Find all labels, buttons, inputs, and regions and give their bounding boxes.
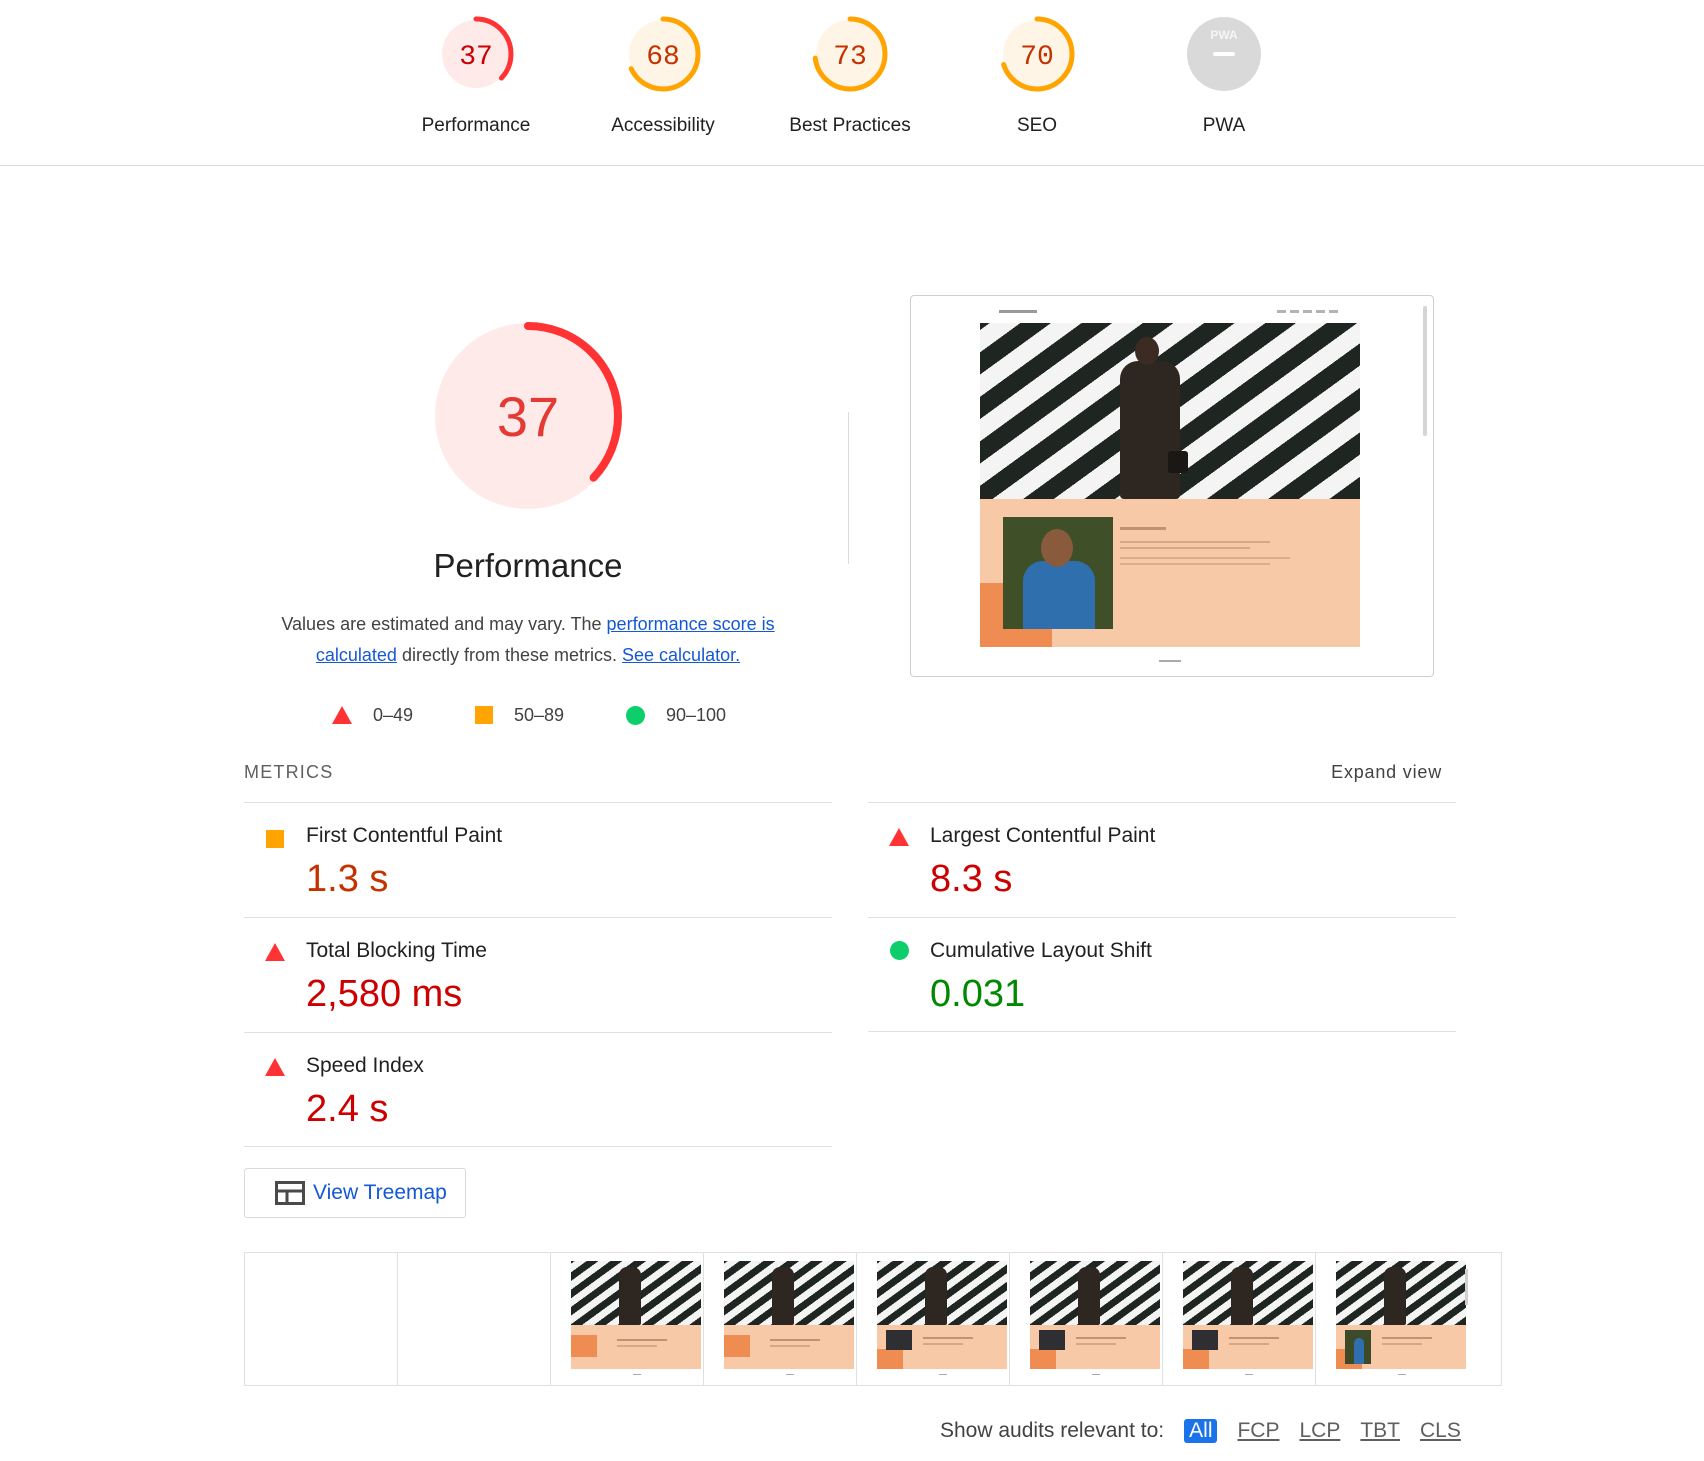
- filmstrip-frame: [245, 1253, 398, 1385]
- metric-title: First Contentful Paint: [306, 824, 503, 847]
- triangle-icon: [265, 943, 285, 961]
- performance-hero-score: 37: [497, 385, 559, 448]
- final-screenshot-site-logo: [999, 310, 1037, 313]
- gauge-performance[interactable]: 37 Performance: [391, 14, 561, 137]
- final-screenshot-site-nav: [1277, 310, 1341, 313]
- gauge-seo[interactable]: 70 SEO: [952, 14, 1122, 137]
- gauge-best-practices[interactable]: 73 Best Practices: [765, 14, 935, 137]
- metric-title: Total Blocking Time: [306, 939, 487, 962]
- metric-value: 8.3 s: [930, 858, 1013, 900]
- final-screenshot[interactable]: [910, 295, 1434, 677]
- circle-icon: [626, 705, 645, 725]
- metrics-header: METRICS Expand view: [244, 762, 1442, 786]
- metric-divider: [244, 1146, 832, 1147]
- filmstrip-frame: [398, 1253, 551, 1385]
- metric-speed-index[interactable]: Speed Index 2.4 s: [244, 1032, 832, 1147]
- square-icon: [266, 830, 284, 848]
- gauge-accessibility-label: Accessibility: [611, 115, 715, 136]
- filmstrip: [244, 1252, 1502, 1386]
- view-treemap-button[interactable]: View Treemap: [244, 1168, 466, 1218]
- filmstrip-frame: [1316, 1253, 1469, 1385]
- pwa-dash-icon: [1213, 52, 1235, 56]
- score-legend: 0–49 50–89 90–100: [328, 700, 748, 730]
- final-screenshot-scrollbar: [1423, 306, 1427, 436]
- legend-average-range: 50–89: [514, 704, 565, 725]
- metric-divider: [868, 1031, 1456, 1032]
- filmstrip-frame: [1010, 1253, 1163, 1385]
- audit-filter-label: Show audits relevant to:: [940, 1419, 1165, 1442]
- filter-tbt-button[interactable]: TBT: [1360, 1419, 1400, 1443]
- metric-title: Speed Index: [306, 1054, 424, 1077]
- description-text-2: directly from these metrics.: [396, 645, 623, 665]
- gauge-best-practices-ring: 73: [812, 16, 888, 92]
- triangle-icon: [332, 706, 352, 724]
- legend-average: 50–89: [475, 700, 564, 730]
- legend-pass: 90–100: [626, 700, 726, 730]
- gauge-pwa-label: PWA: [1202, 115, 1246, 136]
- gauge-best-practices-score: 73: [833, 42, 867, 73]
- legend-pass-range: 90–100: [666, 704, 727, 725]
- metric-value: 0.031: [930, 973, 1026, 1015]
- filmstrip-frame: [704, 1253, 857, 1385]
- final-screenshot-portrait: [1003, 517, 1113, 629]
- performance-hero-title: Performance: [433, 547, 623, 584]
- expand-view-toggle[interactable]: Expand view: [1331, 762, 1442, 783]
- metric-value: 2,580 ms: [306, 973, 463, 1015]
- metric-cumulative-layout-shift[interactable]: Cumulative Layout Shift 0.031: [868, 917, 1456, 1032]
- vertical-divider: [848, 412, 849, 564]
- gauge-seo-label: SEO: [1016, 115, 1058, 136]
- gauge-pwa[interactable]: PWA PWA: [1139, 14, 1309, 137]
- performance-hero-gauge: 37: [434, 322, 622, 510]
- metric-first-contentful-paint[interactable]: First Contentful Paint 1.3 s: [244, 802, 832, 917]
- filter-fcp-button[interactable]: FCP: [1237, 1419, 1279, 1443]
- gauge-accessibility-score: 68: [646, 42, 680, 73]
- final-screenshot-hero-image: [980, 323, 1360, 499]
- treemap-icon: [275, 1181, 305, 1205]
- gauge-accessibility-ring: 68: [625, 16, 701, 92]
- pwa-badge-icon: PWA: [1187, 17, 1261, 91]
- pwa-badge-text: PWA: [1210, 28, 1238, 42]
- square-icon: [475, 706, 493, 724]
- triangle-icon: [265, 1058, 285, 1076]
- metric-title: Cumulative Layout Shift: [930, 939, 1152, 962]
- filmstrip-frame: [1163, 1253, 1316, 1385]
- circle-icon: [890, 941, 909, 960]
- final-screenshot-about-panel: [980, 499, 1360, 647]
- gauge-accessibility[interactable]: 68 Accessibility: [578, 14, 748, 137]
- metric-value: 2.4 s: [306, 1088, 389, 1130]
- audit-filter: Show audits relevant to: All FCP LCP TBT…: [940, 1416, 1481, 1446]
- filmstrip-frame: [857, 1253, 1010, 1385]
- metric-total-blocking-time[interactable]: Total Blocking Time 2,580 ms: [244, 917, 832, 1032]
- gauge-seo-ring: 70: [999, 16, 1075, 92]
- performance-description: Values are estimated and may vary. The p…: [248, 609, 808, 671]
- see-calculator-link[interactable]: See calculator.: [622, 645, 740, 665]
- view-treemap-label: View Treemap: [313, 1181, 447, 1204]
- filter-all-button[interactable]: All: [1184, 1419, 1218, 1443]
- metric-largest-contentful-paint[interactable]: Largest Contentful Paint 8.3 s: [868, 802, 1456, 917]
- legend-fail-range: 0–49: [373, 704, 414, 725]
- metrics-label: METRICS: [244, 762, 334, 782]
- metric-value: 1.3 s: [306, 858, 389, 900]
- legend-fail: 0–49: [332, 700, 413, 730]
- gauge-performance-ring: 37: [438, 16, 514, 92]
- gauge-seo-score: 70: [1020, 42, 1054, 73]
- gauge-best-practices-label: Best Practices: [789, 115, 911, 136]
- metric-title: Largest Contentful Paint: [930, 824, 1156, 847]
- gauge-performance-label: Performance: [421, 115, 531, 136]
- filter-cls-button[interactable]: CLS: [1420, 1419, 1461, 1443]
- filmstrip-frame: [551, 1253, 704, 1385]
- triangle-icon: [889, 828, 909, 846]
- category-gauges-bar: 37 Performance 68 Accessibility 73 Best …: [0, 0, 1704, 166]
- description-text-1: Values are estimated and may vary. The: [281, 614, 607, 634]
- gauge-performance-score: 37: [459, 42, 493, 73]
- filter-lcp-button[interactable]: LCP: [1299, 1419, 1340, 1443]
- final-screenshot-footer: [1159, 660, 1181, 662]
